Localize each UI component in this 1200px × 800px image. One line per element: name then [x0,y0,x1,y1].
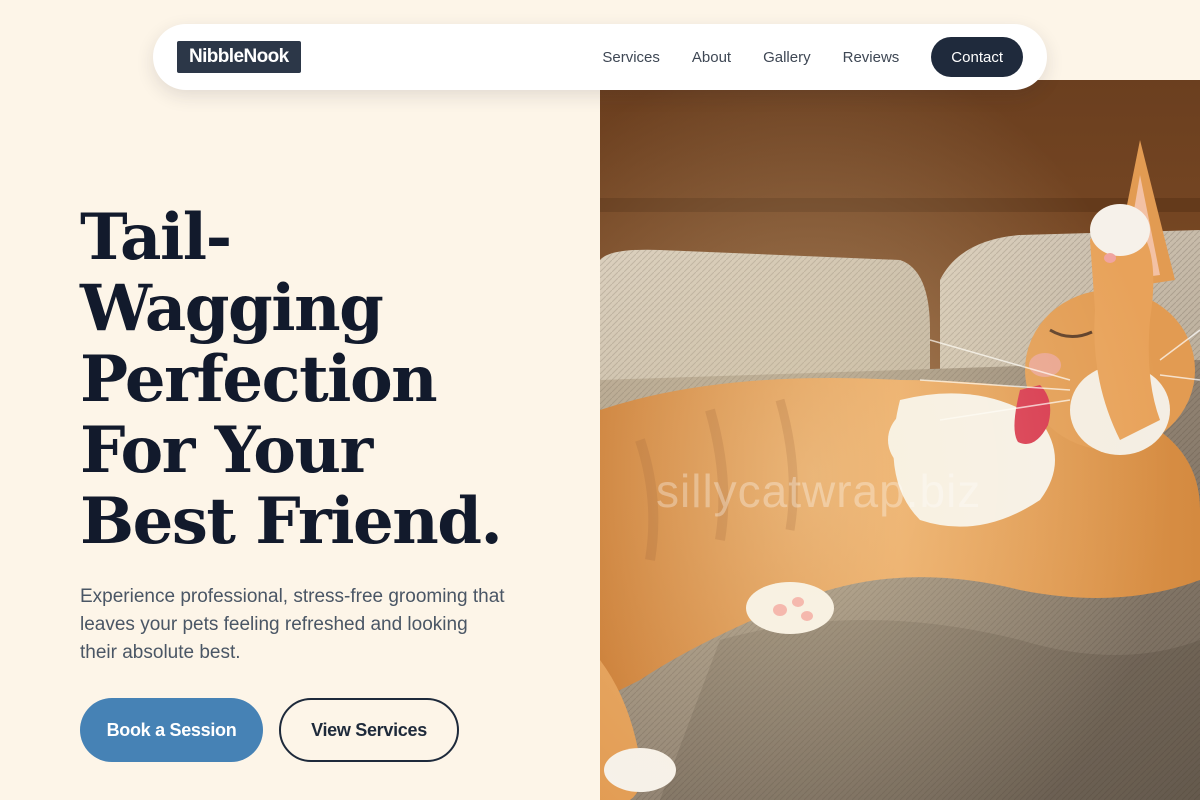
nav-links: Services About Gallery Reviews Contact [602,37,1023,77]
hero-heading-line: Wagging [80,271,384,346]
hero-heading-line: For Your [80,413,373,488]
hero-subtitle-line: Experience professional, stress-free gro… [80,586,505,607]
nav-link-about[interactable]: About [692,49,731,66]
hero-heading-line: Perfection [80,342,438,417]
hero-heading-line: Tail- [80,200,232,275]
nav-link-services[interactable]: Services [602,49,660,66]
hero-subtitle-line: leaves your pets feeling refreshed and l… [80,614,468,635]
hero-heading-line: Best Friend. [80,484,503,559]
contact-button[interactable]: Contact [931,37,1023,77]
nav-link-reviews[interactable]: Reviews [843,49,900,66]
hero-subtitle-line: their absolute best. [80,642,241,663]
view-services-button[interactable]: View Services [279,698,459,762]
hero-cat-image: sillycatwrap.biz [600,80,1200,800]
book-session-button[interactable]: Book a Session [80,698,263,762]
nav-link-gallery[interactable]: Gallery [763,49,811,66]
brand-logo[interactable]: NibbleNook [177,41,301,73]
hero-subtitle: Experience professional, stress-free gro… [80,583,530,667]
hero-heading: Tail- Wagging Perfection For Your Best F… [80,202,580,557]
watermark-text: sillycatwrap.biz [656,465,982,517]
top-navbar: NibbleNook Services About Gallery Review… [153,24,1047,90]
